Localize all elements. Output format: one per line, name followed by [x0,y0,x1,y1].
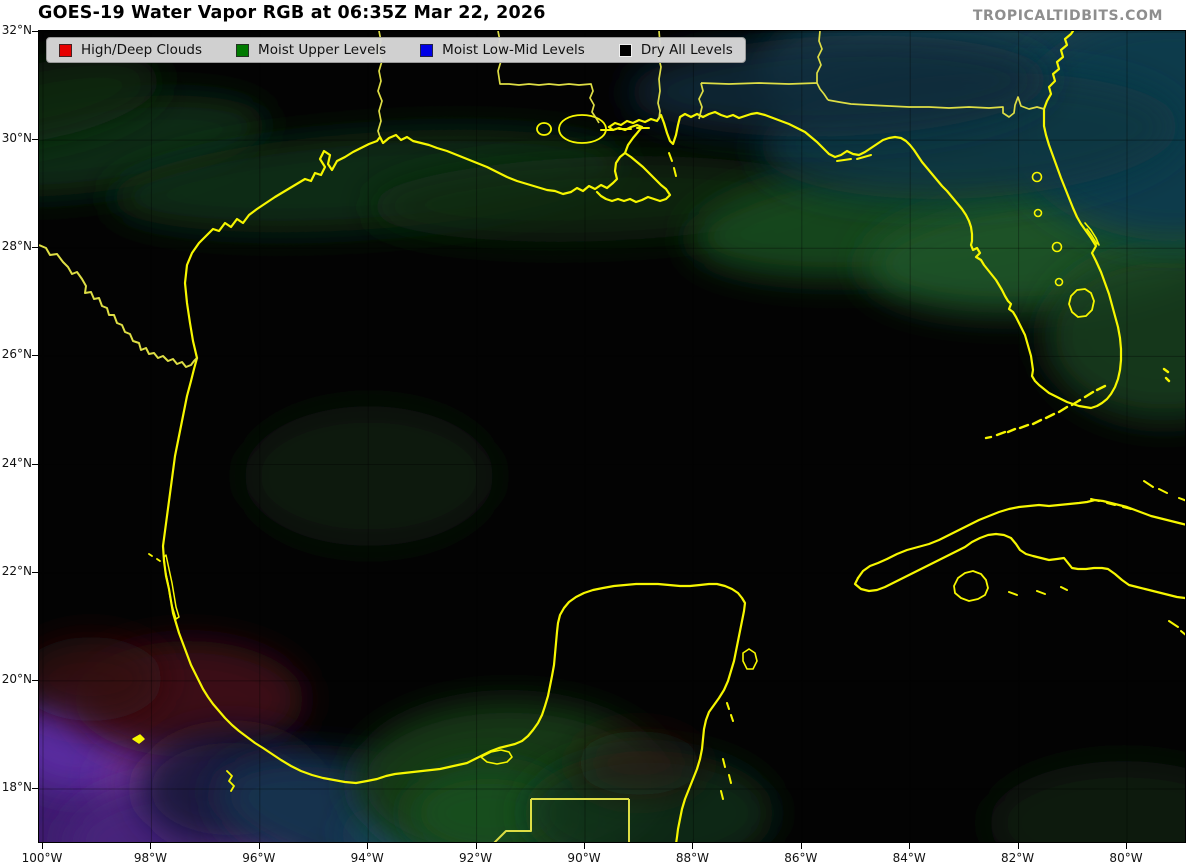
lon-tick-label: 88°W [675,851,709,865]
lon-tick-mark [258,843,260,849]
lat-tick-mark [32,787,38,789]
lat-tick-mark [32,463,38,465]
lat-tick-label: 18°N [1,779,32,794]
coast-cuba-north [856,498,1185,580]
lon-tick-label: 86°W [784,851,818,865]
lat-tick-label: 24°N [1,455,32,470]
maroon-bottom-mid [577,731,701,795]
lon-tick-label: 94°W [350,851,384,865]
legend-label: Moist Low-Mid Levels [442,42,585,58]
color-legend: High/Deep Clouds Moist Upper Levels Mois… [46,37,746,63]
legend-item-moist-lowmid: Moist Low-Mid Levels [420,42,585,58]
site-watermark: TROPICALTIDBITS.COM [972,8,1163,24]
lon-tick-mark [692,843,694,849]
moisture-color-fields [39,31,1185,842]
lat-tick-label: 30°N [1,131,32,146]
lon-tick-mark [909,843,911,849]
lon-tick-label: 90°W [567,851,601,865]
lon-tick-label: 96°W [242,851,276,865]
lon-tick-label: 100°W [21,851,63,865]
lon-tick-mark [584,843,585,849]
lon-tick-mark [150,843,152,849]
lon-tick-mark [475,843,477,849]
lat-tick-mark [32,139,38,141]
legend-label: High/Deep Clouds [81,42,203,58]
lat-tick-mark [32,571,38,573]
lat-tick-label: 20°N [1,671,32,686]
lon-tick-label: 82°W [1001,851,1035,865]
lon-tick-label: 98°W [133,851,167,865]
legend-swatch-blue [420,43,434,57]
legend-item-high-deep-clouds: High/Deep Clouds [59,42,202,58]
lon-tick-mark [1126,843,1127,849]
lon-tick-label: 80°W [1109,851,1143,865]
lat-tick-mark [32,679,38,681]
green-center-faint [244,406,494,546]
lat-tick-label: 22°N [1,563,32,578]
legend-label: Dry All Levels [640,42,733,58]
island-isla-juventud [953,570,989,602]
lon-tick-label: 92°W [459,851,493,865]
lon-tick-mark [1017,843,1019,849]
lon-tick-mark [42,843,43,849]
lon-tick-mark [367,843,369,849]
lat-tick-label: 32°N [1,23,32,37]
lon-tick-label: 84°W [892,851,926,865]
legend-item-moist-upper: Moist Upper Levels [236,42,386,58]
lat-tick-mark [32,31,38,32]
map-svg [39,31,1185,842]
lat-tick-mark [32,247,38,249]
lat-tick-label: 28°N [1,239,32,254]
legend-swatch-black [618,43,632,57]
border-rio-grande [39,244,198,368]
island-cozumel [742,648,758,670]
lon-tick-mark [800,843,802,849]
legend-label: Moist Upper Levels [258,42,387,58]
lat-tick-label: 26°N [1,347,32,362]
satellite-map-canvas: High/Deep Clouds Moist Upper Levels Mois… [38,30,1186,843]
page-title: GOES-19 Water Vapor RGB at 06:35Z Mar 22… [38,3,546,23]
legend-swatch-red [59,43,72,57]
coast-cuba-south [853,532,1185,600]
legend-item-dry: Dry All Levels [618,42,733,58]
legend-swatch-green [236,43,250,57]
lat-tick-mark [32,355,38,357]
